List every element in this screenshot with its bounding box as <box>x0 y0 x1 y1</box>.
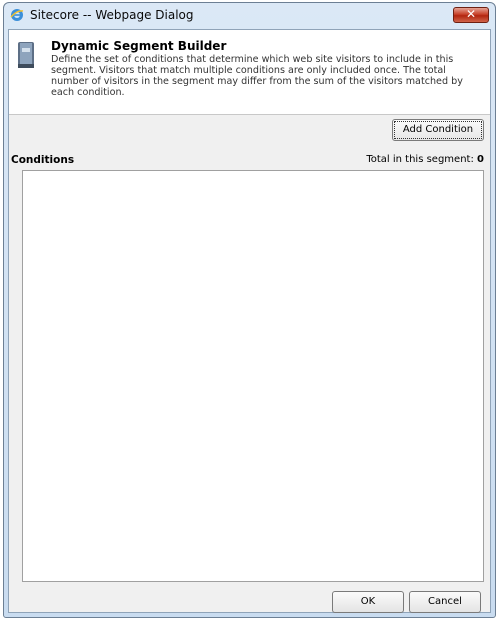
close-icon: ✕ <box>465 7 477 21</box>
close-button[interactable]: ✕ <box>453 7 489 23</box>
segment-total: Total in this segment: 0 <box>366 154 484 165</box>
dialog-header: Dynamic Segment Builder Define the set o… <box>9 30 490 115</box>
cancel-button[interactable]: Cancel <box>409 591 481 613</box>
window-title: Sitecore -- Webpage Dialog <box>30 8 194 22</box>
conditions-heading: Conditions <box>11 154 75 166</box>
dialog-window: Sitecore -- Webpage Dialog ✕ Dynamic Seg… <box>3 2 496 618</box>
conditions-list[interactable] <box>22 170 484 582</box>
segment-book-icon <box>18 42 34 68</box>
title-bar[interactable]: Sitecore -- Webpage Dialog ✕ <box>4 3 495 29</box>
header-description: Define the set of conditions that determ… <box>51 54 463 98</box>
add-condition-label: Add Condition <box>394 121 482 139</box>
ok-button[interactable]: OK <box>332 591 404 613</box>
header-title: Dynamic Segment Builder <box>51 39 227 53</box>
segment-total-label: Total in this segment: <box>366 154 474 165</box>
add-condition-button[interactable]: Add Condition <box>392 119 484 141</box>
segment-total-value: 0 <box>477 154 484 165</box>
dialog-client-area: Dynamic Segment Builder Define the set o… <box>8 29 491 613</box>
internet-explorer-icon <box>10 9 24 21</box>
